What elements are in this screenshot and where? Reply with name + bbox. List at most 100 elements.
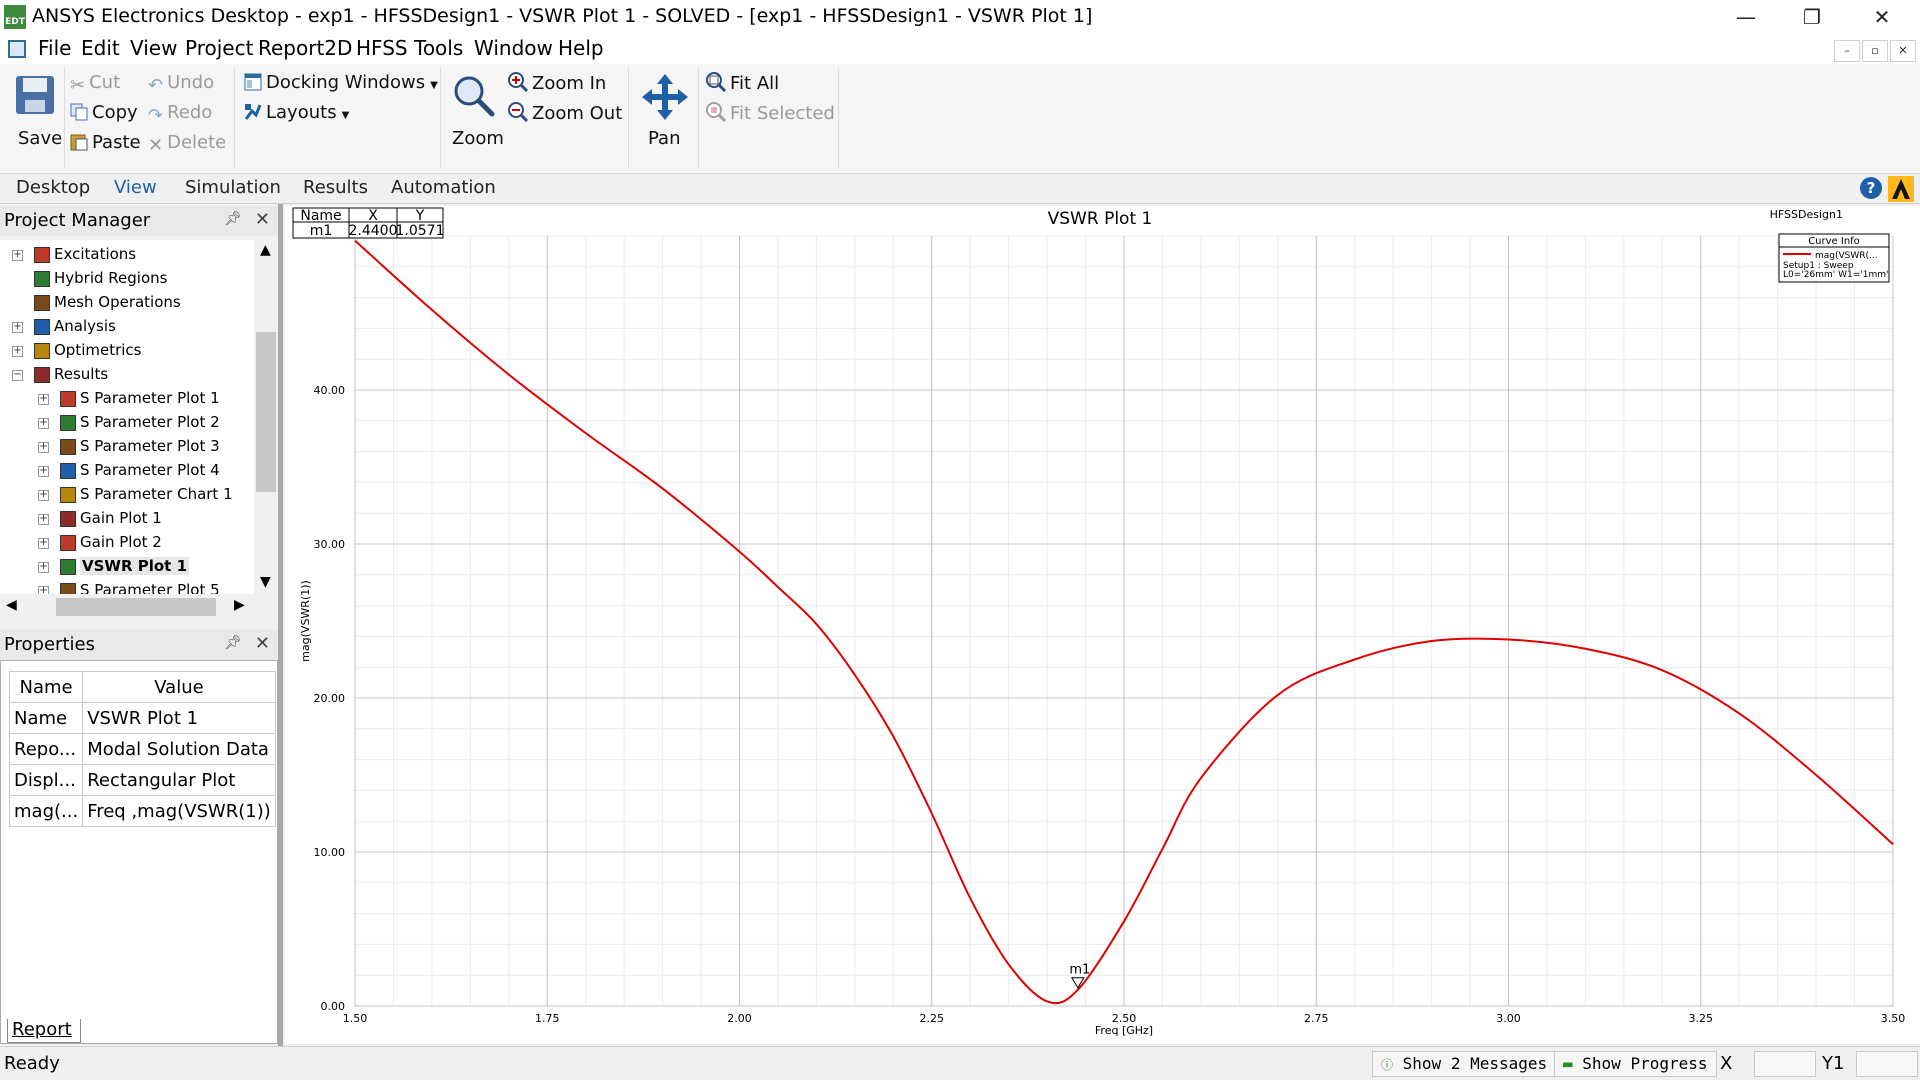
close-button[interactable]: ✕ xyxy=(1852,0,1912,34)
tree-item[interactable]: + VSWR Plot 1 xyxy=(0,556,254,580)
pan-button[interactable]: Pan xyxy=(638,68,690,162)
expand-icon[interactable]: + xyxy=(12,346,23,357)
tab-view[interactable]: View xyxy=(114,177,157,198)
help-icon[interactable]: ? xyxy=(1860,177,1882,199)
tree-item[interactable]: Mesh Operations xyxy=(0,292,254,316)
panel-splitter[interactable] xyxy=(278,204,283,1046)
menu-view[interactable]: View xyxy=(130,36,177,60)
expand-icon[interactable]: + xyxy=(38,538,49,549)
tab-desktop[interactable]: Desktop xyxy=(16,177,90,198)
zoom-out-button[interactable]: Zoom Out xyxy=(508,102,622,124)
expand-icon[interactable]: + xyxy=(12,250,23,261)
scrollbar-thumb[interactable] xyxy=(256,332,276,492)
menu-hfss[interactable]: HFSS xyxy=(356,36,408,60)
tab-simulation[interactable]: Simulation xyxy=(185,177,281,198)
tree-item[interactable]: + Optimetrics xyxy=(0,340,254,364)
tree-horizontal-scrollbar[interactable]: ◀ ▶ xyxy=(0,594,278,620)
delete-button[interactable]: ✕ Delete xyxy=(148,132,226,156)
zoom-button[interactable]: Zoom xyxy=(448,68,504,162)
pin-icon[interactable]: 📌︎ xyxy=(224,635,242,651)
redo-button[interactable]: ↷ Redo xyxy=(148,102,212,126)
menu-help[interactable]: Help xyxy=(558,36,604,60)
scrollbar-thumb[interactable] xyxy=(56,598,216,616)
docking-windows-icon xyxy=(244,73,262,91)
chevron-right-icon[interactable]: ▶ xyxy=(234,597,245,613)
tree-item[interactable]: + Analysis xyxy=(0,316,254,340)
fit-selected-button[interactable]: Fit Selected xyxy=(706,102,835,124)
info-icon: ⓘ xyxy=(1381,1058,1394,1072)
zoom-in-button[interactable]: Zoom In xyxy=(508,72,606,94)
tree-item[interactable]: + S Parameter Chart 1 xyxy=(0,484,254,508)
menu-window[interactable]: Window xyxy=(474,36,553,60)
tree-vertical-scrollbar[interactable]: ▲ ▼ xyxy=(254,240,278,594)
paste-button[interactable]: Paste xyxy=(70,132,141,153)
expand-icon[interactable]: + xyxy=(38,586,49,594)
expand-icon[interactable]: + xyxy=(38,562,49,573)
undo-button[interactable]: ↶ Undo xyxy=(148,72,214,96)
pin-icon[interactable]: 📌︎ xyxy=(224,211,242,227)
menu-project[interactable]: Project xyxy=(185,36,253,60)
tree-item[interactable]: + S Parameter Plot 2 xyxy=(0,412,254,436)
copy-button[interactable]: Copy xyxy=(70,102,138,123)
property-value[interactable]: Modal Solution Data xyxy=(82,733,276,765)
chevron-left-icon[interactable]: ◀ xyxy=(6,597,17,613)
tree-item[interactable]: + Excitations xyxy=(0,244,254,268)
undo-icon: ↶ xyxy=(148,75,164,96)
close-icon[interactable]: ✕ xyxy=(255,633,270,654)
expand-icon[interactable]: + xyxy=(38,394,49,405)
tree-item[interactable]: + S Parameter Plot 4 xyxy=(0,460,254,484)
property-row[interactable]: Repo... Modal Solution Data xyxy=(8,733,276,765)
property-value[interactable]: Freq ,mag(VSWR(1)) xyxy=(82,795,276,827)
expand-icon[interactable]: + xyxy=(38,490,49,501)
mdi-close-button[interactable]: ✕ xyxy=(1890,40,1916,62)
property-row[interactable]: mag(... Freq ,mag(VSWR(1)) xyxy=(8,795,276,827)
cut-button[interactable]: ✂ Cut xyxy=(70,72,120,96)
layouts-dropdown[interactable]: Layouts ▼ xyxy=(244,102,349,123)
tree-item[interactable]: − Results xyxy=(0,364,254,388)
expand-icon[interactable]: + xyxy=(38,466,49,477)
property-value[interactable]: VSWR Plot 1 xyxy=(82,702,276,734)
property-value[interactable]: Rectangular Plot xyxy=(82,764,276,796)
y-tick-label: 0.00 xyxy=(321,1000,346,1013)
expand-icon[interactable]: + xyxy=(38,418,49,429)
legend-variables-label: L0='26mm' W1='1mm' xyxy=(1783,270,1888,280)
menu-edit[interactable]: Edit xyxy=(81,36,120,60)
chevron-down-icon[interactable]: ▼ xyxy=(260,574,271,590)
document-icon[interactable] xyxy=(8,40,26,58)
tree-item[interactable]: + Gain Plot 2 xyxy=(0,532,254,556)
tree-item[interactable]: + S Parameter Plot 5 xyxy=(0,580,254,594)
expand-icon[interactable]: + xyxy=(38,514,49,525)
tree-item-label: S Parameter Plot 1 xyxy=(80,389,220,407)
restore-button[interactable]: ❐ xyxy=(1782,0,1842,34)
collapse-icon[interactable]: − xyxy=(12,370,23,381)
property-row[interactable]: Displ... Rectangular Plot xyxy=(8,764,276,796)
expand-icon[interactable]: + xyxy=(12,322,23,333)
chevron-up-icon[interactable]: ▲ xyxy=(260,242,271,258)
tree-item[interactable]: + Gain Plot 1 xyxy=(0,508,254,532)
menu-file[interactable]: File xyxy=(38,36,71,60)
show-messages-button[interactable]: ⓘ Show 2 Messages xyxy=(1372,1051,1557,1077)
tree-item[interactable]: + S Parameter Plot 1 xyxy=(0,388,254,412)
save-button[interactable]: Save xyxy=(10,68,62,158)
tab-report[interactable]: Report xyxy=(7,1019,81,1043)
vswr-chart[interactable]: 1.50 1.75 2.00 2.25 2.50 2.75 3.00 3.25 3.500.00… xyxy=(285,206,1920,1044)
mdi-restore-button[interactable]: ▫ xyxy=(1862,40,1888,62)
legend-series-name: mag(VSWR(... xyxy=(1815,251,1878,261)
property-row[interactable]: Name VSWR Plot 1 xyxy=(8,702,276,734)
tree-item-icon xyxy=(34,271,50,287)
minimize-button[interactable]: — xyxy=(1716,0,1776,34)
tree-item-icon xyxy=(34,247,50,263)
show-progress-button[interactable]: ▬ Show Progress xyxy=(1554,1051,1717,1077)
tab-automation[interactable]: Automation xyxy=(391,177,496,198)
expand-icon[interactable]: + xyxy=(38,442,49,453)
tree-item[interactable]: + S Parameter Plot 3 xyxy=(0,436,254,460)
mdi-minimize-button[interactable]: – xyxy=(1834,40,1860,62)
fit-all-button[interactable]: Fit All xyxy=(706,72,779,94)
tab-results[interactable]: Results xyxy=(303,177,368,198)
menu-tools[interactable]: Tools xyxy=(414,36,463,60)
menu-report2d[interactable]: Report2D xyxy=(258,36,352,60)
marker-table-header: Y xyxy=(415,208,425,224)
docking-windows-dropdown[interactable]: Docking Windows ▼ xyxy=(244,72,438,93)
close-icon[interactable]: ✕ xyxy=(255,209,270,230)
tree-item[interactable]: Hybrid Regions xyxy=(0,268,254,292)
